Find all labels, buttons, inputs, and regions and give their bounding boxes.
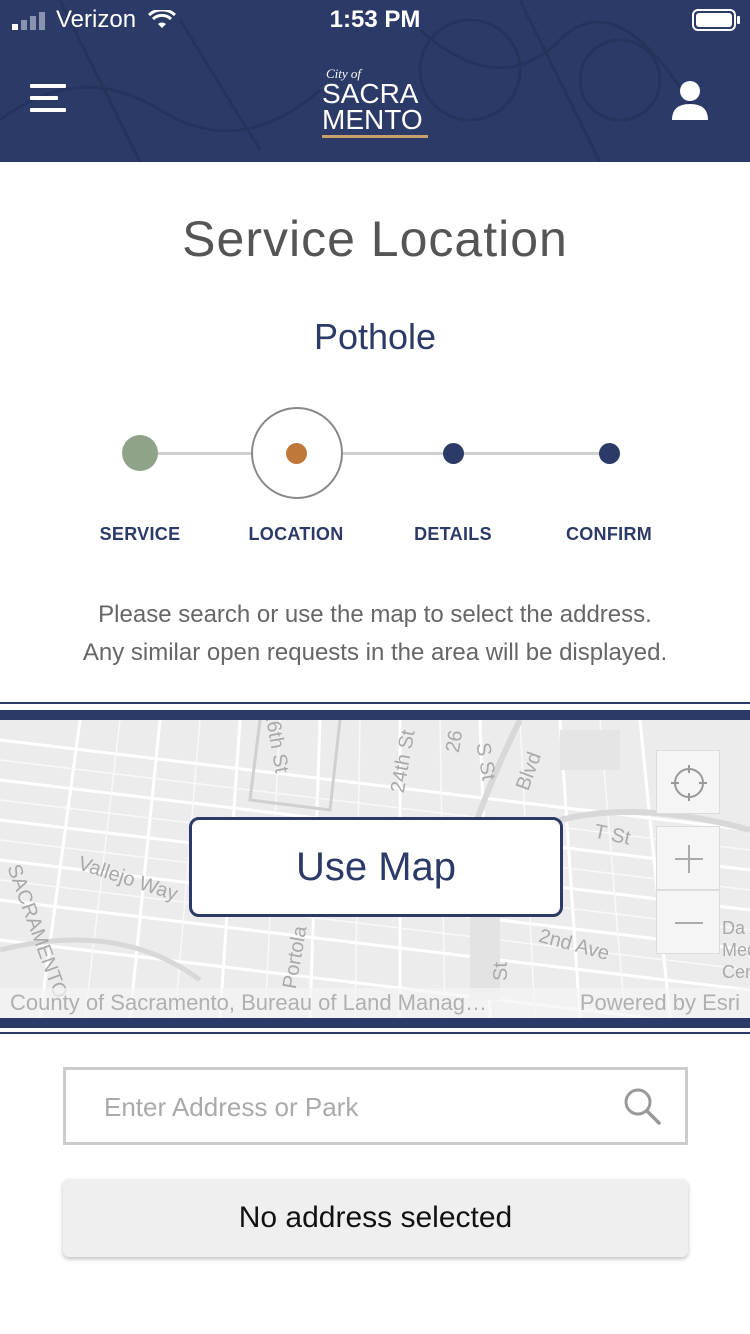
attribution-source[interactable]: County of Sacramento, Bureau of Land Man… (10, 990, 487, 1016)
map-place-label: Da (722, 918, 746, 938)
map-divider (0, 1032, 750, 1034)
address-search-input[interactable] (104, 1088, 604, 1126)
map-divider (0, 710, 750, 720)
status-bar: Verizon 1:53 PM (0, 0, 750, 40)
step-dot-location[interactable] (286, 443, 307, 464)
step-label-service[interactable]: SERVICE (60, 524, 220, 545)
service-name: Pothole (313, 316, 437, 357)
logo-underline (322, 135, 428, 138)
map-place-label: Medic (722, 940, 750, 960)
map-place-label: Cente (722, 962, 750, 982)
crosshair-icon[interactable] (656, 750, 720, 814)
instructions: Please search or use the map to select t… (0, 596, 750, 672)
map-view[interactable]: 16th St 24th St 26 S St Blvd T St Vallej… (0, 720, 750, 1018)
minus-icon[interactable] (656, 890, 720, 954)
plus-icon[interactable] (656, 826, 720, 890)
hamburger-menu-icon[interactable] (30, 84, 66, 116)
step-dot-confirm (599, 443, 620, 464)
map-divider (0, 1018, 750, 1028)
map-street-label: 26 (441, 728, 468, 755)
map-attribution: County of Sacramento, Bureau of Land Man… (0, 988, 750, 1018)
user-icon[interactable] (670, 80, 710, 124)
instructions-line-2: Any similar open requests in the area wi… (82, 639, 668, 666)
map-street-label: St (489, 962, 512, 981)
attribution-esri[interactable]: Powered by Esri (580, 990, 740, 1016)
search-icon[interactable] (622, 1086, 662, 1126)
app-header: City of SACRA MENTO (0, 40, 750, 162)
instructions-line-1: Please search or use the map to select t… (98, 601, 652, 628)
step-dot-service[interactable] (122, 435, 158, 471)
battery-icon (692, 9, 740, 31)
app-header-background: Verizon 1:53 PM City of SACRA MENTO (0, 0, 750, 162)
step-label-details: DETAILS (414, 524, 492, 544)
logo-line-2: MENTO (322, 104, 423, 135)
address-search-box[interactable] (63, 1067, 688, 1145)
step-connector (453, 452, 609, 455)
use-map-button[interactable]: Use Map (189, 817, 563, 917)
selected-address-status: No address selected (63, 1179, 688, 1257)
step-dot-details (443, 443, 464, 464)
step-label-confirm: CONFIRM (565, 524, 653, 544)
step-label-location: LOCATION (248, 524, 344, 544)
city-of-sacramento-logo[interactable]: City of SACRA MENTO (318, 64, 434, 144)
page-title: Service Location (182, 211, 568, 267)
map-divider (0, 702, 750, 704)
status-time: 1:53 PM (329, 6, 421, 33)
